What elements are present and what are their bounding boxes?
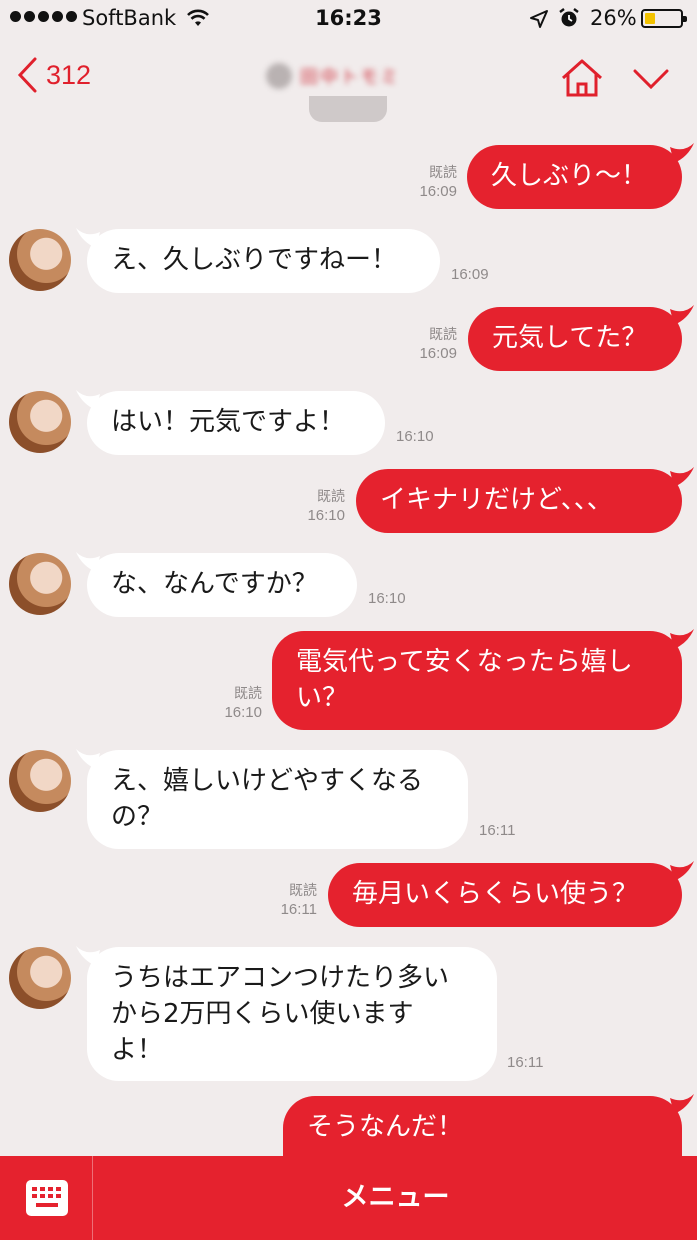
chevron-left-icon (17, 57, 37, 93)
message-text-line: から2万円くらい使います (111, 999, 414, 1029)
battery-percent: 26% (590, 6, 637, 30)
menu-button[interactable]: メニュー (94, 1156, 697, 1240)
contact-avatar[interactable] (9, 553, 71, 615)
message-text-line: うちはエアコンつけたり多い (111, 963, 450, 993)
bubble-tail (670, 861, 694, 881)
bubble-tail (670, 629, 694, 649)
contact-avatar[interactable] (9, 229, 71, 291)
message-time: 16:11 (507, 1054, 544, 1071)
incoming-message-bubble[interactable]: え、久しぶりですねー！ (87, 229, 440, 293)
message-time: 16:10 (307, 507, 345, 524)
message-text-line: 電気代って安くなったら嬉し (296, 647, 633, 677)
incoming-message-bubble[interactable]: はい！元気ですよ！ (87, 391, 385, 455)
outgoing-message-bubble[interactable]: 久しぶり〜！ (467, 145, 682, 209)
read-receipt: 既読 (429, 164, 457, 180)
incoming-message-bubble[interactable]: え、嬉しいけどやすくなる の？ (87, 750, 468, 849)
read-receipt: 既読 (289, 882, 317, 898)
message-text-line: え、嬉しいけどやすくなる (111, 766, 424, 796)
read-receipt: 既読 (317, 488, 345, 504)
message-meta: 既読 16:11 (262, 881, 317, 919)
keyboard-icon (26, 1180, 68, 1216)
outgoing-message-bubble[interactable]: 電気代って安くなったら嬉し い？ (272, 631, 682, 730)
date-separator (309, 96, 387, 122)
home-icon[interactable] (560, 58, 604, 98)
alarm-clock-icon (559, 8, 579, 27)
message-time: 16:10 (396, 428, 434, 445)
contact-title[interactable]: 田中トモミ (266, 60, 436, 92)
message-time: 16:10 (224, 704, 262, 721)
message-time: 16:09 (419, 345, 457, 362)
message-text-line: の？ (111, 802, 164, 832)
contact-avatar[interactable] (9, 947, 71, 1009)
contact-avatar[interactable] (9, 750, 71, 812)
message-text: な、なんですか？ (111, 569, 318, 599)
message-text: はい！元気ですよ！ (111, 407, 346, 437)
contact-name-text: 田中トモミ (300, 67, 400, 88)
contact-avatar[interactable] (9, 391, 71, 453)
read-receipt: 既読 (234, 685, 262, 701)
keyboard-toggle-button[interactable] (0, 1156, 93, 1240)
incoming-message-bubble[interactable]: うちはエアコンつけたり多い から2万円くらい使います よ！ (87, 947, 497, 1081)
bubble-tail (670, 143, 694, 163)
message-text-line: そうなんだ！ (307, 1112, 464, 1142)
message-text: え、久しぶりですねー！ (111, 245, 398, 275)
outgoing-message-bubble[interactable]: 毎月いくらくらい使う？ (328, 863, 682, 927)
message-text-line: い？ (296, 683, 349, 713)
read-receipt: 既読 (429, 326, 457, 342)
message-time: 16:11 (479, 822, 516, 839)
message-meta: 既読 16:10 (205, 684, 262, 722)
bubble-tail (670, 467, 694, 487)
status-bar: SoftBank 16:23 26% (0, 0, 697, 38)
chat-header: 312 田中トモミ (0, 38, 697, 126)
bottom-menu-bar: メニュー (0, 1156, 697, 1240)
contact-avatar (266, 63, 292, 89)
unread-count: 312 (46, 59, 92, 90)
back-button[interactable]: 312 (16, 56, 91, 94)
message-text-line: よ！ (111, 1035, 164, 1065)
bubble-tail (670, 1094, 694, 1114)
message-time: 16:09 (451, 266, 489, 283)
message-text: 久しぶり〜！ (491, 161, 648, 191)
message-text: 元気してた？ (492, 323, 648, 353)
message-meta: 既読 16:09 (400, 325, 457, 363)
bubble-tail (670, 305, 694, 325)
message-meta: 既読 16:10 (290, 487, 345, 525)
message-time: 16:09 (419, 183, 457, 200)
outgoing-message-bubble[interactable]: 元気してた？ (468, 307, 682, 371)
message-text: イキナリだけど、、、 (380, 485, 613, 515)
message-time: 16:11 (280, 901, 317, 918)
message-text: 毎月いくらくらい使う？ (352, 879, 639, 909)
chat-screen: SoftBank 16:23 26% 312 田中トモミ 既読 16:09 久し… (0, 0, 697, 1240)
location-arrow-icon (530, 10, 548, 28)
battery-icon (641, 9, 687, 28)
message-meta: 既読 16:09 (400, 163, 457, 201)
message-time: 16:10 (368, 590, 406, 607)
chevron-down-icon[interactable] (632, 68, 670, 90)
outgoing-message-bubble[interactable]: イキナリだけど、、、 (356, 469, 682, 533)
incoming-message-bubble[interactable]: な、なんですか？ (87, 553, 357, 617)
